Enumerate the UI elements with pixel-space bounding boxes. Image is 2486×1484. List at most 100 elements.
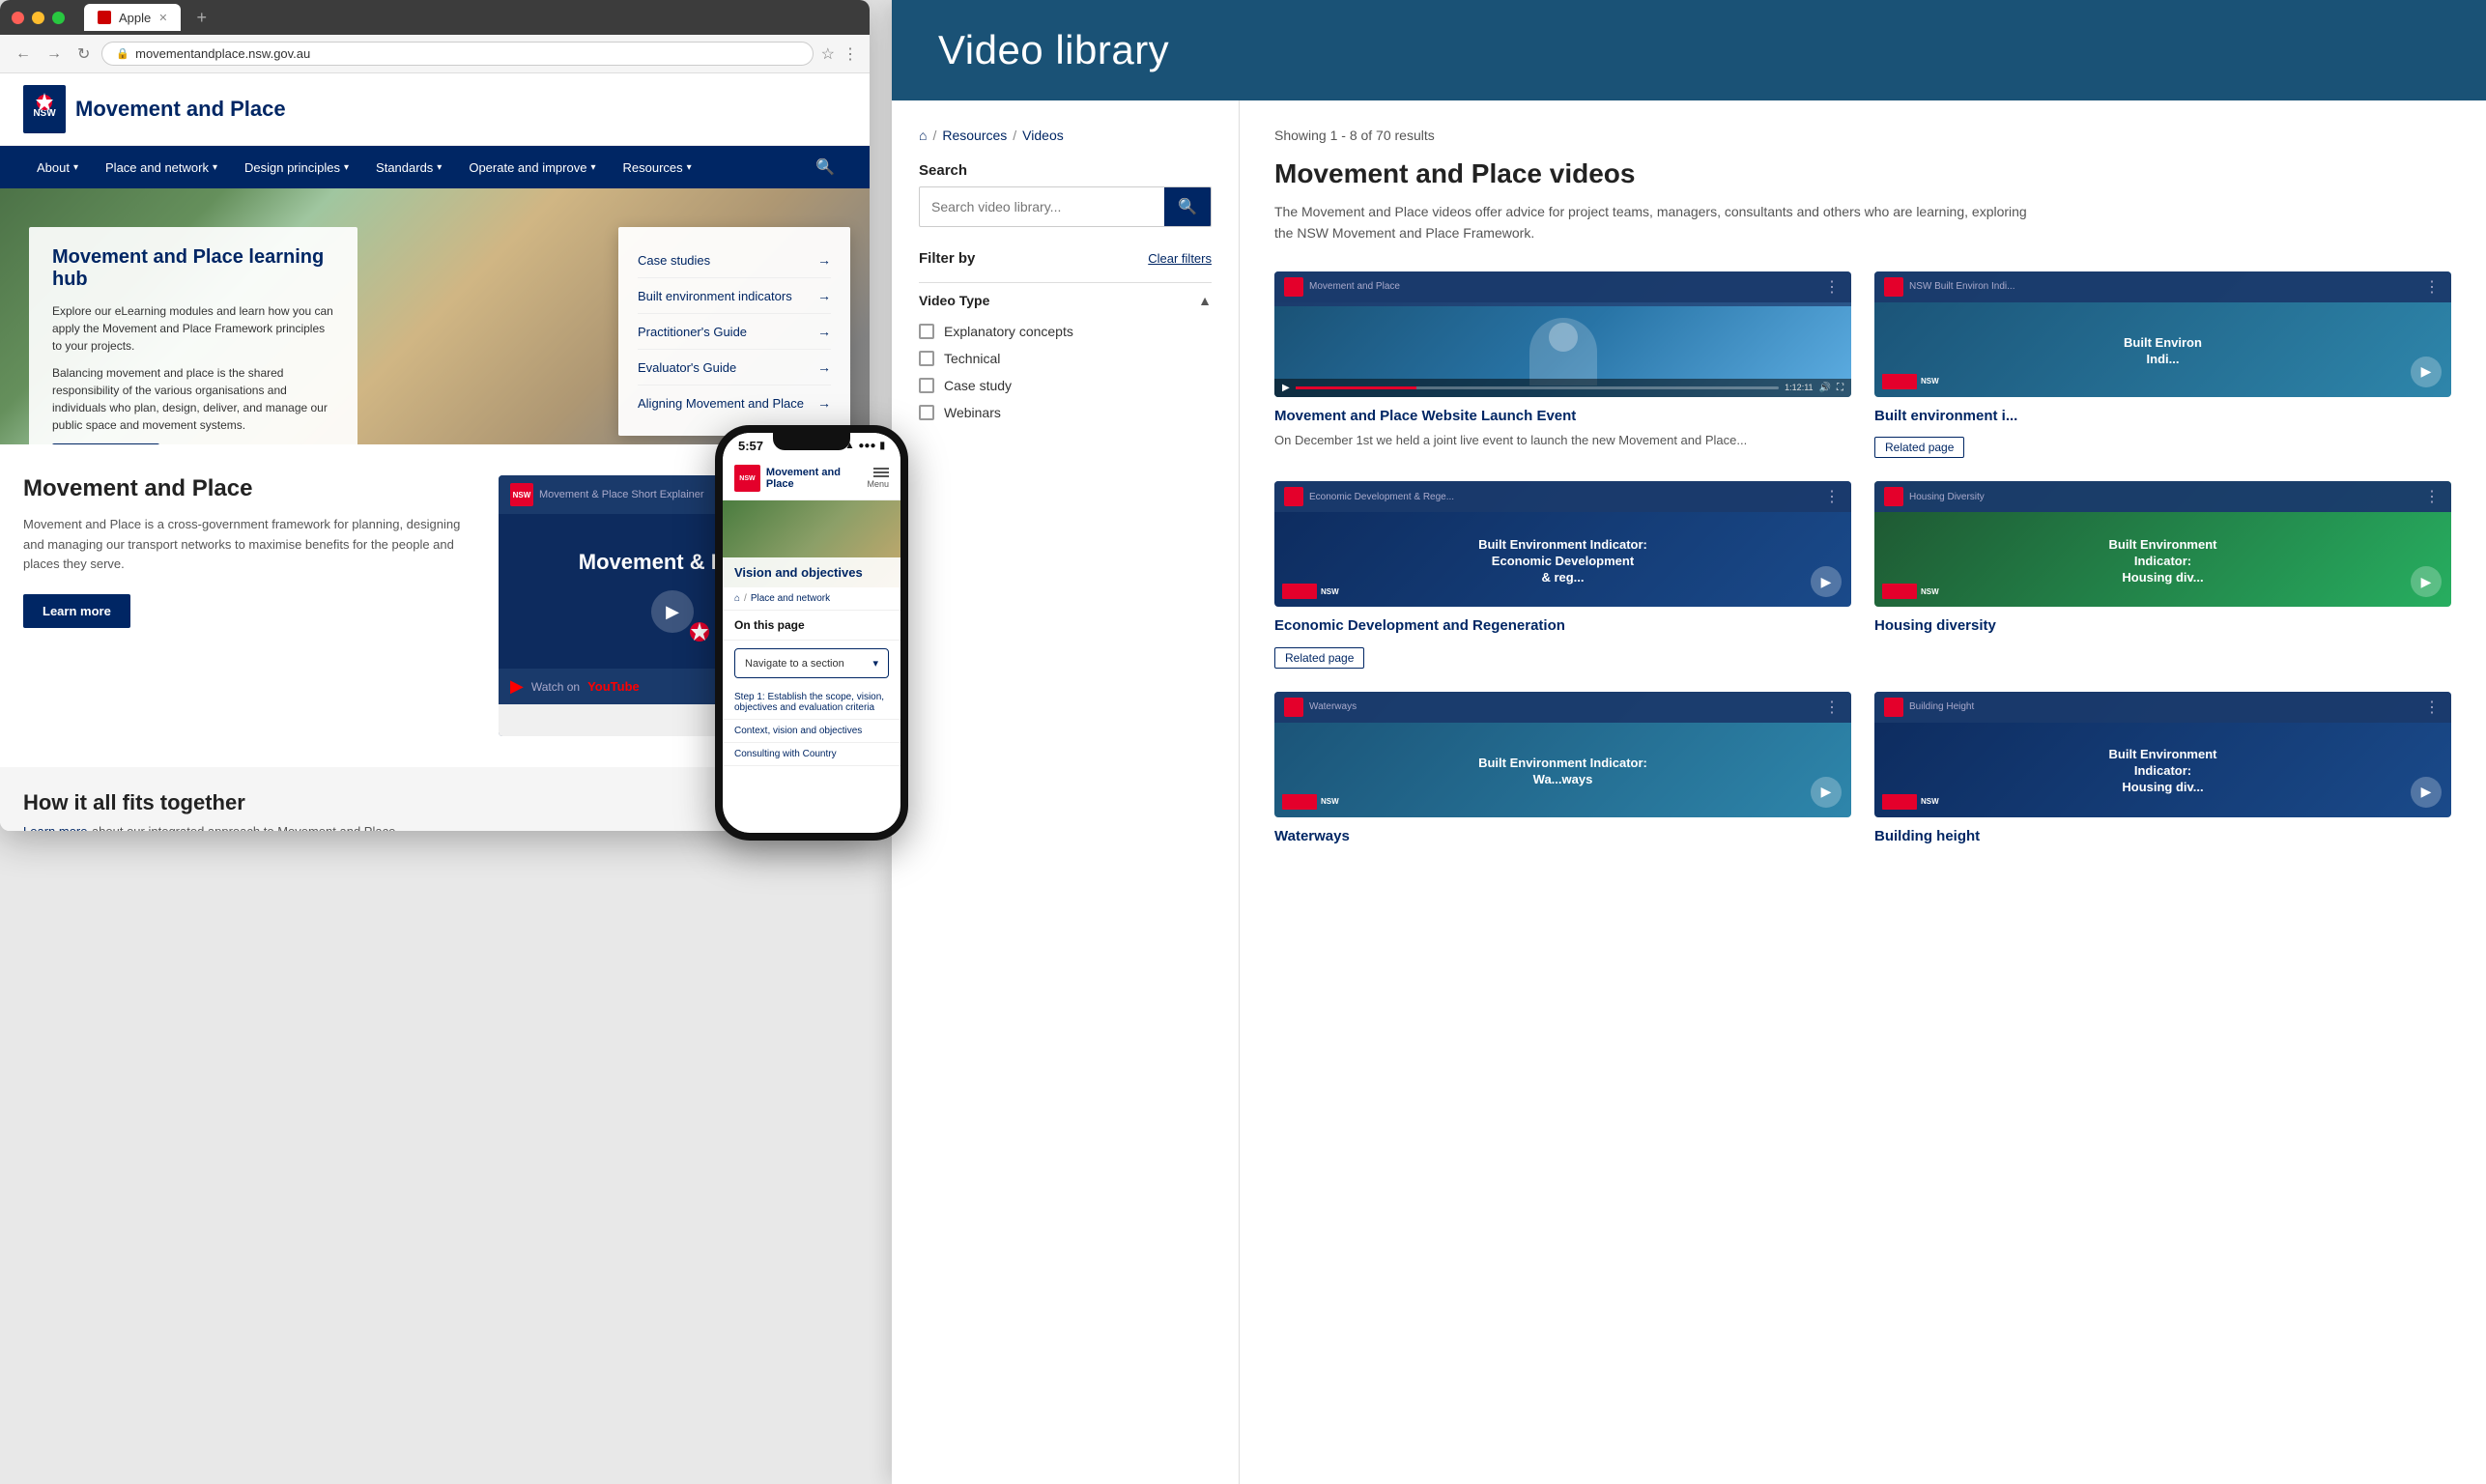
fullscreen-icon[interactable]: ⛶ (1837, 383, 1843, 393)
back-button[interactable]: ← (12, 42, 35, 67)
card-desc-1: On December 1st we held a joint live eve… (1274, 431, 1851, 450)
filter-technical[interactable]: Technical (919, 345, 1212, 372)
star-button[interactable]: ☆ (821, 44, 835, 64)
filter-webinars[interactable]: Webinars (919, 399, 1212, 426)
tab-close-button[interactable]: ✕ (158, 12, 167, 24)
clear-filters-button[interactable]: Clear filters (1148, 251, 1212, 266)
nav-operate[interactable]: Operate and improve ▾ (455, 149, 609, 186)
close-button[interactable] (12, 12, 24, 24)
minimize-button[interactable] (32, 12, 44, 24)
thumb-logo: Building Height (1884, 698, 1974, 717)
breadcrumb-resources[interactable]: Resources (942, 128, 1007, 143)
nav-standards[interactable]: Standards ▾ (362, 149, 455, 186)
browser-tab[interactable]: Apple ✕ (84, 4, 181, 31)
thumb-body: Built Environment Indicator:Economic Dev… (1274, 516, 1851, 607)
checkbox-webinars[interactable] (919, 405, 934, 420)
video-card-1[interactable]: Movement and Place ⋮ ▶ (1274, 271, 1851, 459)
video-type-filter-toggle[interactable]: Video Type ▲ (919, 282, 1212, 318)
video-library-body: ⌂ / Resources / Videos Search 🔍 Filter b… (892, 100, 2486, 1484)
thumb-channel: Waterways (1309, 701, 1357, 712)
thumb-header: Housing Diversity ⋮ (1874, 481, 2451, 512)
breadcrumb-videos: Videos (1022, 128, 1064, 143)
forward-button[interactable]: → (43, 42, 66, 67)
dropdown-evaluators-guide[interactable]: Evaluator's Guide → (638, 350, 831, 385)
phone-link-context[interactable]: Context, vision and objectives (723, 720, 900, 743)
thumb-channel: Economic Development & Rege... (1309, 492, 1454, 502)
checkbox-technical[interactable] (919, 351, 934, 366)
watermark-text: NSW (1321, 797, 1339, 806)
video-card-6[interactable]: Building Height ⋮ Built EnvironmentIndic… (1874, 692, 2451, 852)
thumb-body: Built Environment Indicator:Wa...ways (1274, 727, 1851, 817)
phone-breadcrumb: ⌂ / Place and network (723, 587, 900, 611)
watermark-logo (1282, 584, 1317, 599)
battery-icon: ▮ (879, 441, 885, 451)
thumb-logo: Economic Development & Rege... (1284, 487, 1454, 506)
dropdown-aligning[interactable]: Aligning Movement and Place → (638, 385, 831, 420)
play-button[interactable]: ▶ (2411, 357, 2442, 387)
youtube-text: YouTube (587, 679, 640, 694)
tab-label: Apple (119, 11, 151, 25)
phone-mockup: 5:57 ▲ ●●● ▮ NSW Movement and Place Menu (715, 425, 908, 841)
navigate-to-section-dropdown[interactable]: Navigate to a section ▾ (734, 648, 889, 678)
card-title-3: Economic Development and Regeneration (1274, 616, 1851, 636)
video-card-2[interactable]: NSW Built Environ Indi... ⋮ Built Enviro… (1874, 271, 2451, 459)
content-learn-more-button[interactable]: Learn more (23, 594, 130, 628)
progress-bar (1296, 386, 1779, 389)
play-button[interactable]: ▶ (1811, 777, 1842, 808)
home-icon[interactable]: ⌂ (734, 593, 740, 604)
search-input[interactable] (920, 189, 1164, 224)
phone-link-country[interactable]: Consulting with Country (723, 743, 900, 766)
refresh-button[interactable]: ↻ (73, 41, 94, 68)
filter-case-study[interactable]: Case study (919, 372, 1212, 399)
thumb-text: Built Environment Indicator:Wa...ways (1467, 756, 1659, 788)
nav-about[interactable]: About ▾ (23, 149, 92, 186)
nav-design-principles[interactable]: Design principles ▾ (231, 149, 362, 186)
checkbox-case-study[interactable] (919, 378, 934, 393)
phone-link-step1[interactable]: Step 1: Establish the scope, vision, obj… (723, 686, 900, 720)
breadcrumb-separator: / (744, 593, 747, 604)
nav-resources[interactable]: Resources ▾ (609, 149, 704, 186)
thumb-nsw-logo (1284, 277, 1303, 297)
video-card-3[interactable]: Economic Development & Rege... ⋮ Built E… (1274, 481, 1851, 669)
thumb-nsw-logo (1284, 487, 1303, 506)
filter-explanatory-concepts[interactable]: Explanatory concepts (919, 318, 1212, 345)
video-card-5[interactable]: Waterways ⋮ Built Environment Indicator:… (1274, 692, 1851, 852)
dropdown-built-environment[interactable]: Built environment indicators → (638, 278, 831, 314)
search-label: Search (919, 162, 1212, 179)
volume-icon[interactable]: 🔊 (1819, 383, 1831, 393)
menu-button[interactable]: ⋮ (843, 44, 858, 64)
checkbox-explanatory[interactable] (919, 324, 934, 339)
search-button[interactable]: 🔍 (804, 146, 846, 188)
related-page-badge[interactable]: Related page (1274, 647, 1364, 669)
thumb-logo: Housing Diversity (1884, 487, 1985, 506)
new-tab-button[interactable]: + (196, 8, 207, 28)
phone-hero-image: Vision and objectives (723, 500, 900, 587)
play-button[interactable]: ▶ (2411, 777, 2442, 808)
breadcrumb-place-network[interactable]: Place and network (751, 593, 830, 604)
play-control-button[interactable]: ▶ (1282, 383, 1290, 393)
thumb-watermark: NSW (1882, 794, 1939, 810)
dropdown-practitioners-guide[interactable]: Practitioner's Guide → (638, 314, 831, 350)
nav-place-network[interactable]: Place and network ▾ (92, 149, 231, 186)
hero-learn-more-button[interactable]: Learn more (52, 443, 159, 444)
maximize-button[interactable] (52, 12, 65, 24)
home-icon[interactable]: ⌂ (919, 128, 927, 143)
search-submit-button[interactable]: 🔍 (1164, 187, 1211, 226)
video-library-main: Showing 1 - 8 of 70 results Movement and… (1240, 100, 2486, 1484)
chevron-down-icon: ▾ (687, 162, 692, 173)
related-page-badge[interactable]: Related page (1874, 437, 1964, 458)
nsw-logo[interactable]: NSW Movement and Place (23, 85, 286, 133)
bottom-learn-more-link[interactable]: Learn more (23, 824, 87, 831)
thumb-text: Built EnvironmentIndicator:Housing div..… (2098, 747, 2229, 796)
menu-label: Menu (867, 479, 889, 489)
url-bar[interactable]: 🔒 movementandplace.nsw.gov.au (101, 42, 813, 66)
bottom-description: about our integrated approach to Movemen… (92, 824, 395, 831)
dropdown-case-studies[interactable]: Case studies → (638, 243, 831, 278)
phone-menu-button[interactable]: Menu (867, 468, 889, 489)
thumb-channel: Building Height (1909, 701, 1974, 712)
hero-text-2: Balancing movement and place is the shar… (52, 364, 334, 434)
video-card-4[interactable]: Housing Diversity ⋮ Built EnvironmentInd… (1874, 481, 2451, 669)
thumb-options-icon: ⋮ (2424, 487, 2442, 506)
arrow-right-icon: → (817, 252, 831, 268)
main-description: The Movement and Place videos offer advi… (1274, 201, 2047, 244)
